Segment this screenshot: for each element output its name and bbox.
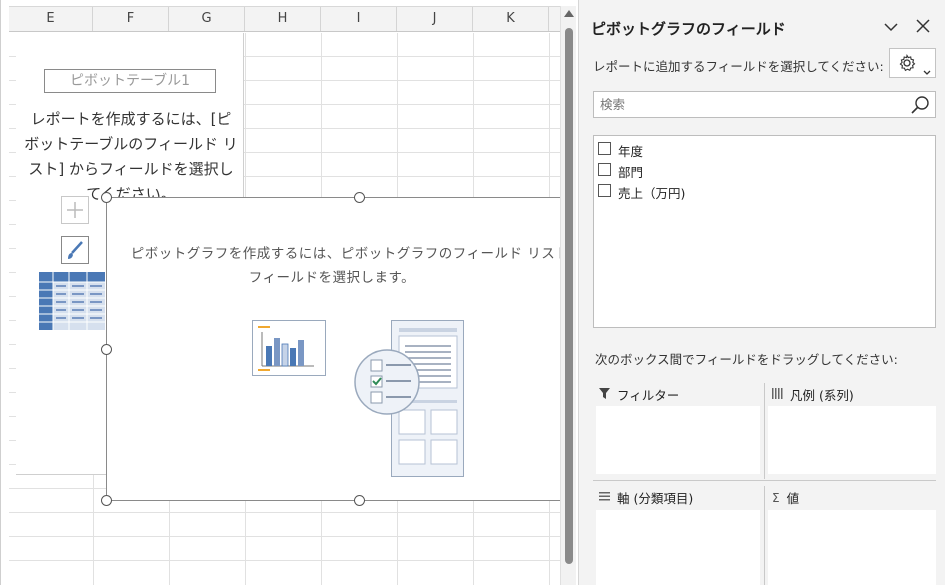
chevron-down-icon[interactable] — [884, 20, 898, 36]
resize-handle-left[interactable] — [101, 344, 112, 355]
legend-area-label: 凡例 (系列) — [772, 385, 854, 404]
scroll-up-arrow-icon[interactable] — [564, 10, 574, 17]
field-checkbox[interactable] — [598, 163, 611, 176]
legend-drop-zone[interactable] — [768, 406, 936, 474]
plus-icon — [61, 196, 89, 224]
values-area-label: Σ 値 — [772, 488, 799, 507]
pivot-table-name: ピボットテーブル1 — [44, 69, 216, 93]
pivot-chart-fields-pane: ピボットグラフのフィールド レポートに追加するフィールドを選択してください: 年… — [578, 0, 945, 585]
column-header-h[interactable]: H — [245, 7, 321, 31]
resize-handle-top[interactable] — [354, 192, 365, 203]
values-drop-zone[interactable] — [768, 510, 936, 585]
pivot-instruction-line: ボットテーブルのフィールド リ — [24, 135, 238, 153]
pivot-chart-placeholder[interactable]: ピボットグラフを作成するには、ピボットグラフのフィールド リスト フィールドを選… — [106, 197, 560, 501]
drag-hint: 次のボックス間でフィールドをドラッグしてください: — [595, 352, 898, 367]
area-divider — [593, 480, 936, 481]
area-divider — [764, 486, 765, 585]
legend-columns-icon — [772, 387, 783, 402]
field-label: 年度 — [618, 144, 644, 159]
column-header-i[interactable]: I — [321, 7, 397, 31]
pivot-chart-instructions: ピボットグラフを作成するには、ピボットグラフのフィールド リスト フィールドを選… — [115, 242, 560, 290]
axis-area-title: 軸 (分類項目) — [617, 491, 694, 506]
pivot-table-instructions: レポートを作成するには、[ピ ボットテーブルのフィールド リ スト] からフィー… — [22, 107, 240, 207]
filter-icon — [599, 387, 610, 402]
field-label: 部門 — [618, 165, 644, 180]
resize-handle-top-left[interactable] — [101, 192, 112, 203]
axis-drop-zone[interactable] — [596, 510, 760, 585]
field-item-department[interactable]: 部門 — [594, 161, 935, 182]
column-header-g[interactable]: G — [169, 7, 245, 31]
brush-icon — [61, 236, 89, 264]
bar-chart-illustration-icon — [252, 320, 326, 380]
values-area-title: 値 — [786, 491, 800, 506]
search-icon[interactable] — [910, 95, 930, 119]
field-list: 年度 部門 売上（万円) — [593, 135, 936, 328]
field-checkbox[interactable] — [598, 142, 611, 155]
filter-area-label: フィルター — [599, 385, 679, 404]
field-checkbox[interactable] — [598, 184, 611, 197]
field-search-box[interactable] — [593, 91, 936, 118]
field-item-year[interactable]: 年度 — [594, 140, 935, 161]
table-icon — [39, 272, 105, 334]
column-header-f[interactable]: F — [93, 7, 169, 31]
scrollbar-thumb[interactable] — [565, 28, 573, 564]
legend-area-title: 凡例 (系列) — [790, 388, 854, 403]
worksheet[interactable]: E F G H I J K ピボットテーブル1 レポートを作成するには、[ピ ボ… — [0, 0, 560, 585]
pane-subtitle: レポートに追加するフィールドを選択してください: — [593, 59, 884, 74]
column-header-j[interactable]: J — [397, 7, 473, 31]
axis-rows-icon — [599, 490, 610, 505]
search-input[interactable] — [594, 92, 894, 117]
column-header-k[interactable]: K — [473, 7, 549, 31]
filter-drop-zone[interactable] — [596, 406, 760, 474]
column-headers: E F G H I J K — [9, 6, 560, 32]
pane-title: ピボットグラフのフィールド — [591, 20, 786, 38]
resize-handle-bottom[interactable] — [354, 495, 365, 506]
column-header-e[interactable]: E — [9, 7, 93, 31]
filter-area-title: フィルター — [617, 388, 680, 403]
chart-instruction-line: フィールドを選択します。 — [248, 270, 416, 286]
close-icon[interactable] — [916, 17, 930, 38]
chart-instruction-line: ピボットグラフを作成するには、ピボットグラフのフィールド リスト — [130, 246, 560, 262]
pivot-instruction-line: スト] からフィールドを選択し — [28, 160, 234, 178]
area-divider — [764, 383, 765, 479]
tools-settings-button[interactable] — [889, 48, 936, 78]
pivot-instruction-line: レポートを作成するには、[ピ — [30, 110, 232, 128]
sigma-icon: Σ — [772, 490, 780, 505]
gear-icon — [898, 54, 916, 76]
chevron-down-icon — [923, 61, 931, 80]
field-label: 売上（万円) — [618, 186, 686, 201]
field-item-sales[interactable]: 売上（万円) — [594, 182, 935, 203]
field-list-illustration-icon — [353, 320, 465, 482]
axis-area-label: 軸 (分類項目) — [599, 488, 693, 507]
resize-handle-bottom-left[interactable] — [101, 495, 112, 506]
vertical-scrollbar[interactable] — [560, 6, 576, 585]
